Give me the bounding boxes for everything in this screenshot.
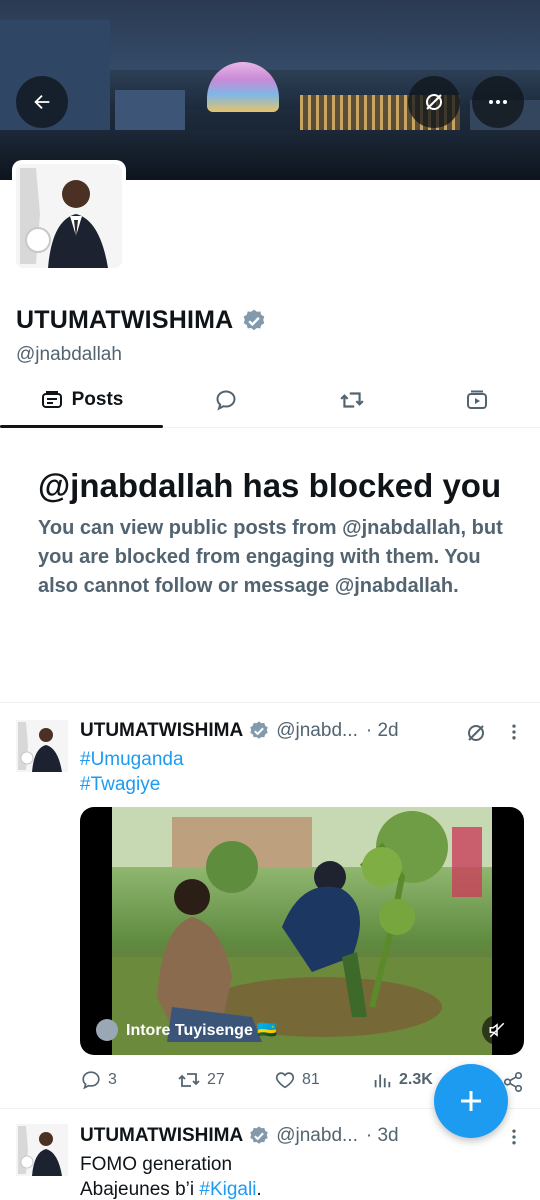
compose-button[interactable]	[434, 1064, 508, 1138]
profile-display-name: UTUMATWISHIMA	[16, 306, 234, 334]
views-chart-icon	[374, 1074, 391, 1088]
plus-icon	[461, 1091, 481, 1111]
repost-button[interactable]: 27	[177, 1068, 274, 1092]
reposts-icon	[339, 391, 364, 408]
repost-icon	[178, 1073, 200, 1087]
tab-reposts[interactable]	[289, 372, 415, 427]
tweet-text-line: Abajeunes b’i #Kigali.	[80, 1177, 262, 1200]
like-count: 81	[302, 1071, 320, 1088]
tweet-text-suffix: .	[256, 1179, 262, 1200]
reply-icon	[82, 1071, 100, 1090]
tweet-author-handle: @jnabd...	[276, 720, 358, 741]
blocked-notice: @jnabdallah has blocked you You can view…	[38, 466, 508, 601]
tweet-more-icon[interactable]	[504, 1127, 524, 1147]
tweet-author-name: UTUMATWISHIMA	[80, 720, 244, 741]
muted-speaker-icon	[489, 1022, 505, 1038]
tweet-text-line: FOMO generation	[80, 1154, 233, 1175]
avatar-photo	[16, 164, 122, 268]
tweet-avatar[interactable]	[16, 1124, 68, 1176]
profile-banner	[0, 0, 540, 180]
heart-icon	[275, 1072, 295, 1089]
grok-icon[interactable]	[464, 721, 488, 745]
media-icon	[467, 390, 488, 409]
blocked-description: You can view public posts from @jnabdall…	[38, 517, 503, 597]
active-tab-indicator	[0, 425, 163, 428]
views-count: 2.3K	[399, 1071, 433, 1088]
back-arrow-icon	[34, 94, 50, 110]
profile-avatar[interactable]	[12, 160, 126, 272]
reply-button[interactable]: 3	[80, 1069, 177, 1091]
tab-posts[interactable]: Posts	[0, 372, 163, 428]
tweet-video[interactable]: Intore Tuyisenge 🇷🇼	[80, 807, 524, 1055]
hashtag-link[interactable]: #Umuganda	[80, 747, 184, 772]
reply-count: 3	[108, 1071, 117, 1088]
tweet-timestamp[interactable]: · 2d	[366, 720, 399, 742]
repost-count: 27	[207, 1071, 225, 1088]
tweet-timestamp[interactable]: · 3d	[366, 1125, 399, 1147]
back-button[interactable]	[16, 76, 68, 128]
like-button[interactable]: 81	[274, 1069, 371, 1091]
mute-button[interactable]	[482, 1015, 512, 1045]
grok-icon	[426, 94, 442, 110]
hashtag-link[interactable]: #Kigali	[199, 1179, 256, 1200]
tweet-avatar[interactable]	[16, 720, 68, 772]
blocked-title: @jnabdallah has blocked you	[38, 467, 502, 504]
tweet-more-icon[interactable]	[504, 722, 524, 742]
tab-posts-label: Posts	[71, 388, 124, 410]
profile-handle: @jnabdallah	[16, 344, 122, 365]
video-caption-text: Intore Tuyisenge 🇷🇼	[126, 1022, 278, 1039]
tweet-text: Abajeunes b’i	[80, 1179, 200, 1200]
profile-tabs: Posts	[0, 372, 540, 428]
verified-badge-icon	[250, 721, 268, 739]
video-frame	[112, 807, 492, 1055]
tweet-author-handle: @jnabd...	[276, 1125, 358, 1146]
posts-icon	[41, 390, 62, 408]
hashtag-link[interactable]: #Twagiye	[80, 772, 184, 797]
tab-replies[interactable]	[163, 372, 289, 427]
more-button[interactable]	[472, 76, 524, 128]
verified-badge-icon	[250, 1126, 268, 1144]
replies-icon	[216, 389, 236, 410]
more-dots-icon	[489, 100, 507, 104]
verified-badge-icon	[244, 309, 265, 330]
grok-button[interactable]	[408, 76, 460, 128]
tweet-author-name: UTUMATWISHIMA	[80, 1125, 244, 1146]
video-caption: Intore Tuyisenge 🇷🇼	[96, 1019, 277, 1041]
caption-avatar	[96, 1019, 118, 1041]
divider	[0, 702, 540, 703]
tab-media[interactable]	[414, 372, 540, 427]
